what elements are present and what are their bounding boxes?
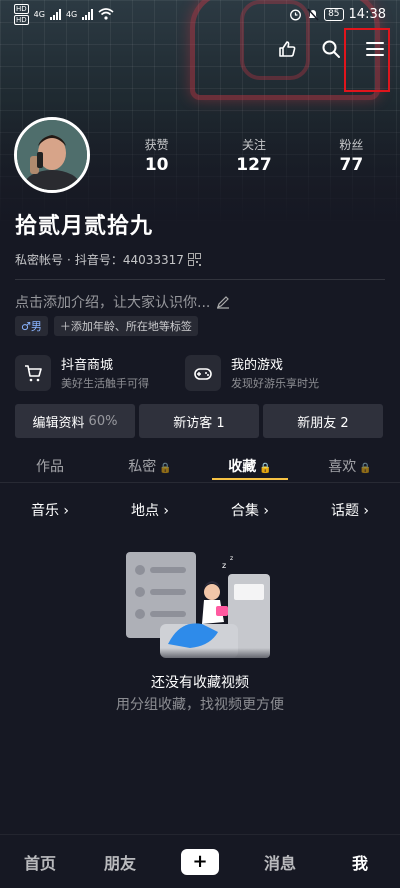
net-label: 4G bbox=[33, 9, 45, 19]
signal-icon bbox=[49, 8, 61, 20]
tab-works[interactable]: 作品 bbox=[0, 448, 100, 482]
bottom-navigation: 首页 朋友 + 消息 我 bbox=[0, 834, 400, 888]
edit-pencil-icon bbox=[217, 296, 230, 309]
new-friends-button[interactable]: 新朋友 2 bbox=[263, 404, 383, 438]
status-right: 85 14:38 bbox=[289, 7, 386, 22]
chevron-right-icon: › bbox=[363, 503, 370, 519]
profile-name: 拾贰月贰拾九 bbox=[15, 214, 154, 239]
lock-icon: 🔒 bbox=[259, 463, 272, 474]
nav-me[interactable]: 我 bbox=[320, 850, 400, 874]
action-buttons: 编辑资料 60% 新访客 1 新朋友 2 bbox=[15, 404, 383, 438]
profile-ids: 私密帐号 · 抖音号：44033317 bbox=[15, 251, 201, 268]
shortcuts: 抖音商城 美好生活触手可得 我的游戏 发现好游乐享时光 bbox=[15, 354, 355, 391]
plus-icon: ＋ bbox=[59, 320, 71, 333]
shortcut-title: 我的游戏 bbox=[231, 358, 284, 373]
tab-label: 喜欢 bbox=[328, 459, 357, 475]
category-collections[interactable]: 合集 › bbox=[200, 500, 300, 520]
hand-icon[interactable] bbox=[276, 38, 298, 60]
category-label: 合集 bbox=[230, 503, 259, 519]
new-visitors-button[interactable]: 新访客 1 bbox=[139, 404, 259, 438]
category-places[interactable]: 地点 › bbox=[100, 500, 200, 520]
hd-badges: HD HD bbox=[14, 3, 29, 25]
alarm-icon bbox=[290, 9, 302, 20]
nav-create[interactable]: + bbox=[160, 848, 240, 875]
status-left: HD HD 4G 4G bbox=[14, 3, 114, 25]
nav-home[interactable]: 首页 bbox=[0, 850, 80, 874]
shortcut-subtitle: 发现好游乐享时光 bbox=[231, 377, 319, 390]
battery-indicator: 85 bbox=[324, 7, 344, 21]
nav-friends[interactable]: 朋友 bbox=[80, 850, 160, 874]
chevron-right-icon: › bbox=[63, 503, 70, 519]
tab-label: 私密 bbox=[128, 459, 157, 475]
tab-label: 收藏 bbox=[228, 459, 257, 475]
empty-state-title: 还没有收藏视频 bbox=[151, 675, 249, 691]
empty-state-subtitle: 用分组收藏，找视频更方便 bbox=[116, 697, 284, 713]
lock-icon: 🔒 bbox=[159, 463, 172, 474]
empty-state-illustration: z z bbox=[120, 552, 280, 666]
stat-value: 127 bbox=[236, 155, 272, 175]
douyin-id[interactable]: 抖音号：44033317 bbox=[75, 251, 184, 268]
stat-value: 77 bbox=[339, 155, 364, 175]
avatar[interactable] bbox=[14, 117, 90, 193]
nav-messages[interactable]: 消息 bbox=[240, 850, 320, 874]
stat-likes[interactable]: 获赞 10 bbox=[108, 136, 205, 175]
divider bbox=[15, 279, 385, 280]
separator-dot: · bbox=[67, 252, 71, 267]
category-label: 地点 bbox=[130, 503, 159, 519]
content-tabs: 作品 私密 🔒 收藏 🔒 喜欢 🔒 bbox=[0, 448, 400, 482]
mute-icon bbox=[307, 7, 319, 21]
stat-followers[interactable]: 粉丝 77 bbox=[303, 136, 400, 175]
edit-profile-percent: 60% bbox=[88, 413, 118, 429]
hd-icon: HD bbox=[14, 3, 29, 14]
profile-stats: 获赞 10 关注 127 粉丝 77 bbox=[108, 136, 400, 175]
stat-label: 获赞 bbox=[144, 138, 169, 152]
shortcut-title: 抖音商城 bbox=[61, 358, 114, 373]
profile-tags: ♂男 ＋添加年龄、所在地等标签 bbox=[15, 316, 198, 336]
plus-icon: + bbox=[178, 848, 222, 875]
tab-private[interactable]: 私密 🔒 bbox=[100, 448, 200, 482]
category-label: 话题 bbox=[330, 503, 359, 519]
tab-likes[interactable]: 喜欢 🔒 bbox=[300, 448, 400, 482]
favorite-categories: 音乐 › 地点 › 合集 › 话题 › bbox=[0, 500, 400, 520]
tab-favorites[interactable]: 收藏 🔒 bbox=[200, 448, 300, 482]
add-tag-button[interactable]: ＋添加年龄、所在地等标签 bbox=[53, 316, 198, 336]
cart-icon bbox=[15, 354, 51, 391]
edit-profile-label: 编辑资料 bbox=[32, 415, 85, 431]
tab-divider bbox=[0, 482, 400, 483]
gender-tag[interactable]: ♂男 bbox=[15, 316, 48, 336]
wifi-icon bbox=[98, 8, 114, 20]
status-bar: HD HD 4G 4G 85 14:38 bbox=[0, 0, 400, 28]
intro-text: 点击添加介绍，让大家认识你... bbox=[15, 295, 211, 311]
stat-following[interactable]: 关注 127 bbox=[205, 136, 302, 175]
stat-value: 10 bbox=[144, 155, 169, 175]
tab-label: 作品 bbox=[36, 459, 64, 475]
plus-glyph: + bbox=[192, 851, 208, 872]
net-label: 4G bbox=[65, 9, 78, 19]
category-label: 音乐 bbox=[30, 503, 59, 519]
shortcut-subtitle: 美好生活触手可得 bbox=[61, 377, 149, 390]
shortcut-shop[interactable]: 抖音商城 美好生活触手可得 bbox=[15, 354, 185, 391]
stat-label: 关注 bbox=[241, 138, 266, 152]
signal-icon bbox=[82, 8, 94, 20]
private-account-label: 私密帐号 bbox=[15, 253, 64, 267]
add-tag-label: 添加年龄、所在地等标签 bbox=[70, 320, 192, 333]
svg-text:z: z bbox=[230, 555, 233, 562]
lock-icon: 🔒 bbox=[359, 463, 372, 474]
menu-highlight-box bbox=[344, 28, 390, 92]
gamepad-icon bbox=[185, 354, 221, 391]
status-time: 14:38 bbox=[348, 6, 386, 22]
search-icon[interactable] bbox=[320, 38, 342, 60]
category-topics[interactable]: 话题 › bbox=[300, 500, 400, 520]
chevron-right-icon: › bbox=[263, 503, 270, 519]
edit-profile-button[interactable]: 编辑资料 60% bbox=[15, 404, 135, 438]
hd-icon: HD bbox=[14, 14, 29, 25]
shortcut-games[interactable]: 我的游戏 发现好游乐享时光 bbox=[185, 354, 355, 391]
chevron-right-icon: › bbox=[163, 503, 170, 519]
intro-placeholder[interactable]: 点击添加介绍，让大家认识你... bbox=[15, 292, 230, 312]
qr-code-icon[interactable] bbox=[187, 253, 201, 266]
svg-text:z: z bbox=[222, 561, 226, 570]
category-music[interactable]: 音乐 › bbox=[0, 500, 100, 520]
stat-label: 粉丝 bbox=[339, 138, 364, 152]
